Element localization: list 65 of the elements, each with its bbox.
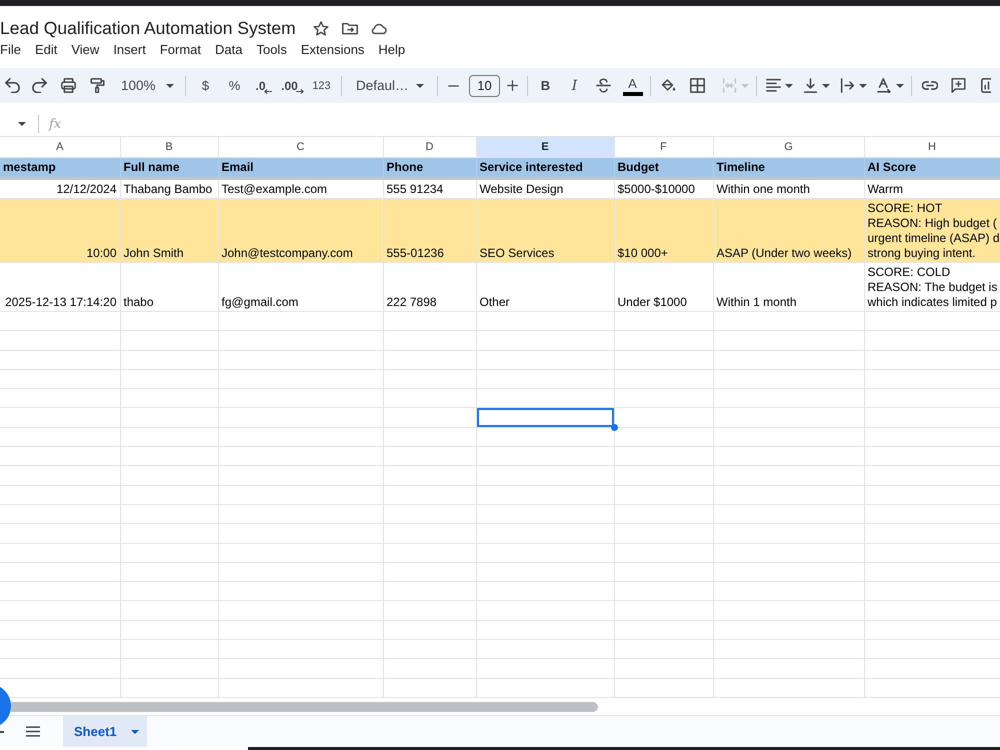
font-dropdown[interactable]: Defaul… — [347, 72, 432, 100]
menu-item[interactable]: Extensions — [300, 42, 364, 56]
menu-item[interactable]: Format — [160, 42, 201, 56]
number-format-button[interactable]: 123 — [307, 72, 336, 100]
align-bottom-icon[interactable] — [803, 78, 818, 93]
undo-icon[interactable] — [5, 78, 20, 93]
caret-icon[interactable] — [896, 84, 904, 88]
paint-bucket-icon[interactable] — [661, 78, 676, 93]
text-wrap-icon[interactable] — [840, 78, 855, 93]
strikethrough-icon[interactable] — [596, 78, 611, 93]
fill-handle[interactable] — [610, 424, 618, 431]
menu-item[interactable]: Insert — [113, 42, 146, 56]
sheet-tab[interactable]: Sheet1 — [63, 716, 147, 747]
minus-icon[interactable] — [448, 84, 458, 86]
chart-icon[interactable] — [981, 78, 991, 93]
link-icon[interactable] — [922, 81, 938, 90]
currency-button[interactable]: $ — [191, 72, 220, 100]
increase-decimal-button[interactable]: .00 — [278, 72, 307, 100]
menu-icon[interactable] — [26, 726, 40, 737]
caret-icon[interactable] — [166, 84, 174, 88]
column-header[interactable]: B — [120, 137, 218, 158]
font-size-field[interactable]: 10 — [469, 74, 500, 96]
align-left-icon[interactable] — [766, 78, 781, 93]
italic-button[interactable]: I — [560, 72, 589, 100]
column-header[interactable]: A — [0, 137, 120, 158]
paint-roller-icon[interactable] — [90, 78, 105, 93]
menu-item[interactable]: File — [0, 42, 21, 56]
plus-icon[interactable] — [506, 80, 518, 91]
caret-icon[interactable] — [416, 84, 424, 88]
print-icon[interactable] — [61, 78, 76, 93]
color-swatch-icon — [622, 92, 642, 96]
floating-action-button[interactable] — [0, 687, 11, 725]
column-header[interactable]: E — [476, 137, 614, 158]
borders-icon[interactable] — [690, 78, 705, 93]
caret-icon[interactable] — [859, 84, 867, 88]
text-color-button[interactable]: A — [618, 72, 647, 100]
column-header[interactable]: D — [383, 137, 476, 158]
scrollbar-thumb[interactable] — [11, 702, 598, 712]
dash-icon[interactable] — [0, 730, 4, 732]
column-header[interactable]: H — [864, 137, 1000, 158]
folder-arrow-icon[interactable] — [342, 20, 358, 36]
decrease-decimal-button[interactable]: .0 — [249, 72, 278, 100]
zoom-dropdown[interactable]: 100% — [112, 72, 180, 100]
menu-item[interactable]: View — [71, 42, 100, 56]
menu-item[interactable]: Tools — [256, 42, 287, 56]
caret-icon[interactable] — [785, 84, 793, 88]
percent-button[interactable]: % — [220, 72, 249, 100]
column-header[interactable]: F — [614, 137, 713, 158]
menu-item[interactable]: Data — [215, 42, 242, 56]
caret-icon[interactable] — [131, 730, 139, 734]
arrow-left-icon[interactable] — [264, 89, 272, 94]
star-icon[interactable] — [312, 20, 329, 36]
redo-icon[interactable] — [32, 78, 47, 93]
text-rotation-icon[interactable] — [877, 78, 892, 93]
caret-icon[interactable] — [822, 84, 830, 88]
column-header[interactable]: G — [713, 137, 864, 158]
menu-item[interactable]: Help — [378, 42, 406, 56]
arrow-right-icon[interactable] — [296, 89, 304, 94]
column-header[interactable]: C — [218, 137, 383, 158]
add-comment-icon[interactable] — [951, 78, 966, 93]
document-title[interactable]: Lead Qualification Automation System — [0, 18, 296, 38]
menu-item[interactable]: Edit — [34, 42, 58, 56]
function-label: fx — [49, 116, 62, 132]
caret-icon[interactable] — [18, 122, 26, 126]
bold-button[interactable]: B — [531, 72, 560, 100]
